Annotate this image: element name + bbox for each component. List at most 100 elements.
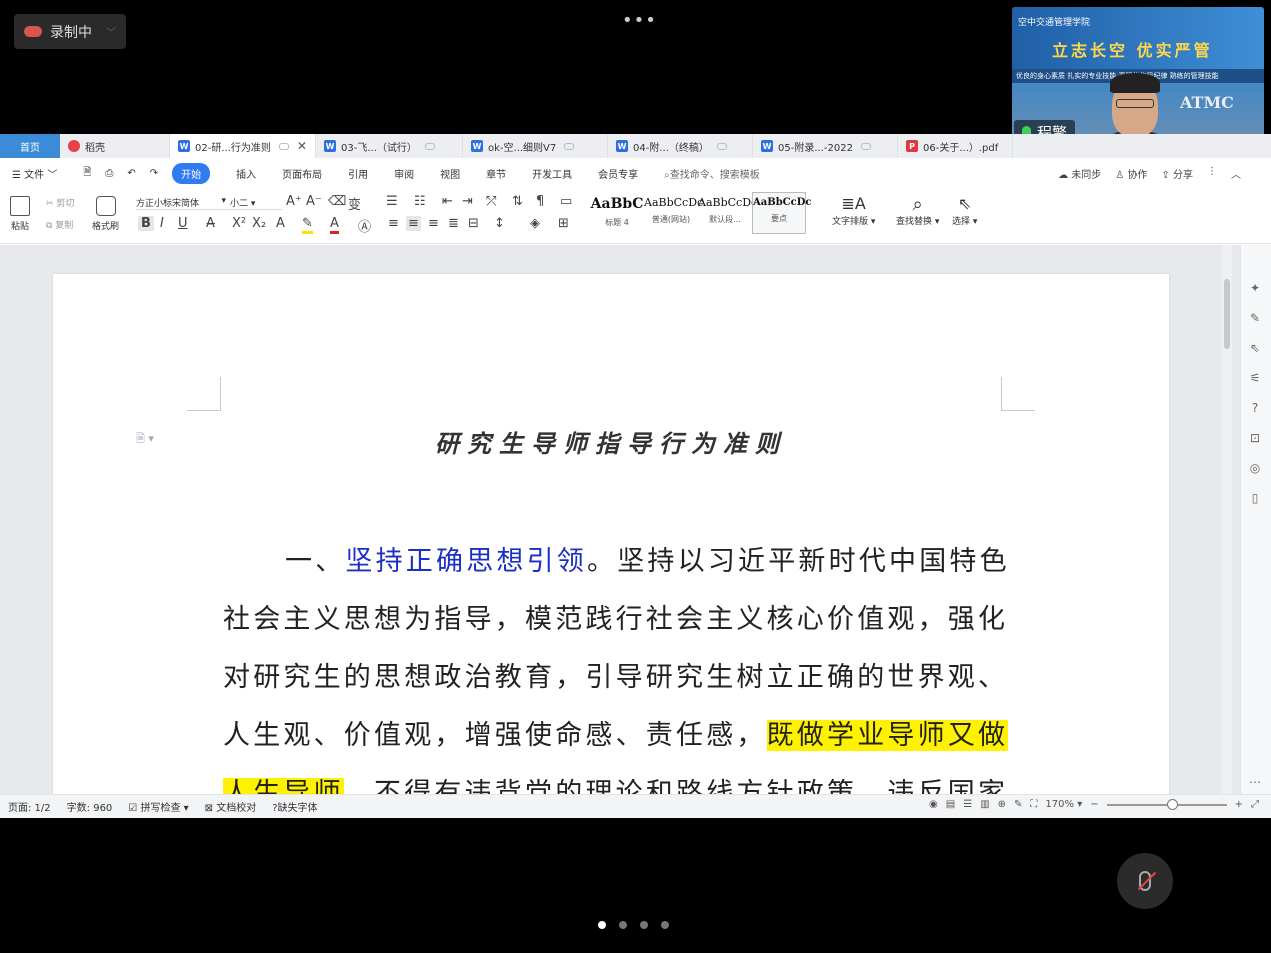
page-dot[interactable] <box>619 921 627 929</box>
chinese-layout-icon[interactable]: ⤱ <box>486 194 496 209</box>
justify-icon[interactable]: ≣ <box>448 216 459 231</box>
bold-icon[interactable]: B <box>138 216 154 231</box>
document-area[interactable]: 🗎 ▾ 研究生导师指导行为准则 一、坚持正确思想引领。坚持以习近平新时代中国特色… <box>0 245 1240 794</box>
tab-doc-02[interactable]: W 02-研...行为准则 ✕ <box>170 134 316 158</box>
text-layout-button[interactable]: ≣A 文字排版 ▾ <box>832 194 875 227</box>
tab-docer[interactable]: 稻壳 <box>60 134 170 158</box>
menu-start[interactable]: 开始 <box>172 162 211 184</box>
align-right-icon[interactable]: ≡ <box>428 216 439 231</box>
close-icon[interactable]: ✕ <box>297 139 307 153</box>
cut-button[interactable]: ✂ 剪切 <box>46 196 74 209</box>
more-options-icon[interactable]: ••• <box>622 10 657 31</box>
word-count[interactable]: 字数: 960 <box>67 799 113 814</box>
numbered-list-icon[interactable]: ☷ <box>414 194 426 209</box>
help-icon[interactable]: ? <box>1247 401 1263 415</box>
collapse-ribbon-icon[interactable]: ︿ <box>1231 166 1241 181</box>
vertical-scrollbar[interactable] <box>1222 245 1232 794</box>
reading-view-icon[interactable]: ▥ <box>980 799 989 810</box>
table-tools-icon[interactable]: ▭ <box>560 194 572 209</box>
bullet-list-icon[interactable]: ☰ <box>386 194 398 209</box>
tab-home[interactable]: 首页 <box>0 134 60 158</box>
book-icon[interactable]: ▯ <box>1247 491 1263 505</box>
write-mode-icon[interactable]: ✎ <box>1014 799 1022 810</box>
scroll-thumb[interactable] <box>1224 279 1230 349</box>
page-dot[interactable] <box>598 921 606 929</box>
distribute-icon[interactable]: ⊟ <box>468 216 479 231</box>
select-button[interactable]: ⇖ 选择 ▾ <box>952 194 977 227</box>
fullscreen-icon[interactable]: ⤢ <box>1251 799 1259 810</box>
menu-member[interactable]: 会员专享 <box>598 166 638 181</box>
paste-button[interactable]: 粘贴 <box>10 196 30 232</box>
tab-doc-03[interactable]: W 03-飞...（试行） <box>316 134 463 158</box>
borders-icon[interactable]: ⊞ <box>558 216 569 231</box>
recording-indicator[interactable]: 录制中 ﹀ <box>14 14 126 49</box>
document-page[interactable]: 🗎 ▾ 研究生导师指导行为准则 一、坚持正确思想引领。坚持以习近平新时代中国特色… <box>53 274 1169 794</box>
mute-mic-button[interactable] <box>1117 853 1173 909</box>
menu-review[interactable]: 审阅 <box>394 166 414 181</box>
decrease-indent-icon[interactable]: ⇤ <box>442 194 453 209</box>
zoom-level[interactable]: 170% ▾ <box>1045 799 1082 810</box>
sort-icon[interactable]: ⇅ <box>512 194 523 209</box>
style-heading-4[interactable]: AaBbC 标题 4 <box>590 192 644 234</box>
underline-icon[interactable]: U <box>178 216 188 231</box>
page-dot[interactable] <box>661 921 669 929</box>
web-view-icon[interactable]: ⊕ <box>998 799 1006 810</box>
fit-width-icon[interactable]: ⛶ <box>1030 799 1037 810</box>
phonetic-icon[interactable]: 变 <box>348 194 361 213</box>
menu-page-layout[interactable]: 页面布局 <box>282 166 322 181</box>
line-spacing-icon[interactable]: ↕ <box>494 216 505 231</box>
subscript-icon[interactable]: X₂ <box>252 216 266 231</box>
style-default-para[interactable]: AaBbCcDd 默认段... <box>698 192 758 234</box>
char-border-icon[interactable]: Ⓐ <box>358 216 371 235</box>
pen-icon[interactable]: ✎ <box>1247 311 1263 325</box>
print-icon[interactable]: ⎙ <box>105 168 113 179</box>
menu-insert[interactable]: 插入 <box>236 166 256 181</box>
redo-icon[interactable]: ↷ <box>150 168 158 179</box>
zoom-slider[interactable] <box>1106 798 1227 810</box>
missing-fonts[interactable]: ?缺失字体 <box>272 799 317 814</box>
tab-doc-ok[interactable]: Wok-空...细则V7 <box>463 134 608 158</box>
zoom-in-icon[interactable]: + <box>1235 799 1243 810</box>
command-search[interactable]: ⌕查找命令、搜索模板 <box>664 166 760 181</box>
settings-sliders-icon[interactable]: ⚟ <box>1247 371 1263 385</box>
doc-proofread[interactable]: ⊠ 文档校对 <box>205 799 257 814</box>
shading-icon[interactable]: ◈ <box>530 216 540 231</box>
page-view-icon[interactable]: ▤ <box>946 799 955 810</box>
shrink-font-icon[interactable]: A⁻ <box>306 194 322 209</box>
font-color-icon[interactable]: A <box>330 216 339 234</box>
font-size-select[interactable]: 小二 ▾ <box>230 196 278 209</box>
align-left-icon[interactable]: ≡ <box>388 216 399 231</box>
sync-status[interactable]: ☁ 未同步 <box>1058 166 1101 181</box>
show-marks-icon[interactable]: ¶ <box>536 194 544 209</box>
clear-format-icon[interactable]: ⌫ <box>328 194 346 209</box>
align-center-icon[interactable]: ≡ <box>406 216 421 231</box>
text-effect-icon[interactable]: A <box>276 216 285 231</box>
outline-view-icon[interactable]: ☰ <box>963 799 972 810</box>
menu-references[interactable]: 引用 <box>348 166 368 181</box>
format-painter-button[interactable]: 格式刷 <box>92 196 119 232</box>
page-indicator[interactable] <box>598 921 669 929</box>
zoom-out-icon[interactable]: − <box>1090 799 1098 810</box>
page-dot[interactable] <box>640 921 648 929</box>
eye-protect-icon[interactable]: ◉ <box>929 799 938 810</box>
style-key-point[interactable]: AaBbCcDc 要点 <box>752 192 812 234</box>
more-icon[interactable]: ⋮ <box>1207 166 1217 181</box>
menu-view[interactable]: 视图 <box>440 166 460 181</box>
spell-check[interactable]: ☑ 拼写检查 ▾ <box>128 799 188 814</box>
ai-assistant-icon[interactable]: ✦ <box>1247 281 1263 295</box>
italic-icon[interactable]: I <box>160 216 164 231</box>
undo-icon[interactable]: ↶ <box>127 168 135 179</box>
tab-doc-06-pdf[interactable]: P 06-关于...）.pdf <box>898 134 1013 158</box>
grow-font-icon[interactable]: A⁺ <box>286 194 302 209</box>
superscript-icon[interactable]: X² <box>232 216 246 231</box>
collab-button[interactable]: ♙ 协作 <box>1115 166 1147 181</box>
pointer-icon[interactable]: ⇖ <box>1247 341 1263 355</box>
zoom-slider-knob[interactable] <box>1166 798 1178 810</box>
style-normal-web[interactable]: AaBbCcDc 普通(网站) <box>644 192 703 234</box>
more-icon[interactable]: ⋯ <box>1247 775 1263 789</box>
menu-file[interactable]: ☰ 文件 ﹀ <box>12 166 57 181</box>
copy-button[interactable]: ⧉ 复制 <box>46 218 73 231</box>
find-replace-button[interactable]: ⌕ 查找替换 ▾ <box>896 194 939 227</box>
highlight-icon[interactable]: ✎ <box>302 216 313 234</box>
location-icon[interactable]: ◎ <box>1247 461 1263 475</box>
